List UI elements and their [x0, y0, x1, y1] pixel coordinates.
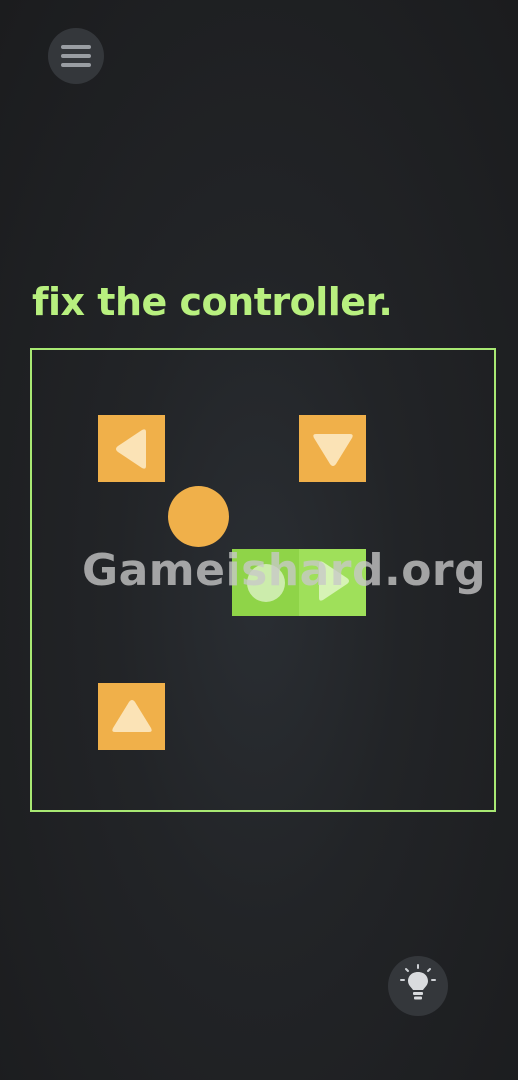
up-arrow-piece[interactable] — [98, 683, 165, 750]
left-arrow-piece[interactable] — [98, 415, 165, 482]
orange-ball[interactable] — [168, 486, 229, 547]
triangle-down-icon — [312, 430, 354, 468]
watermark-text: Gameishard.org — [82, 545, 487, 596]
hamburger-menu-icon — [61, 45, 91, 67]
lightbulb-icon — [400, 964, 436, 1008]
puzzle-title: fix the controller. — [32, 280, 393, 324]
hint-button[interactable] — [388, 956, 448, 1016]
triangle-up-icon — [111, 698, 153, 736]
triangle-left-icon — [112, 428, 152, 470]
down-arrow-piece[interactable] — [299, 415, 366, 482]
menu-button[interactable] — [48, 28, 104, 84]
